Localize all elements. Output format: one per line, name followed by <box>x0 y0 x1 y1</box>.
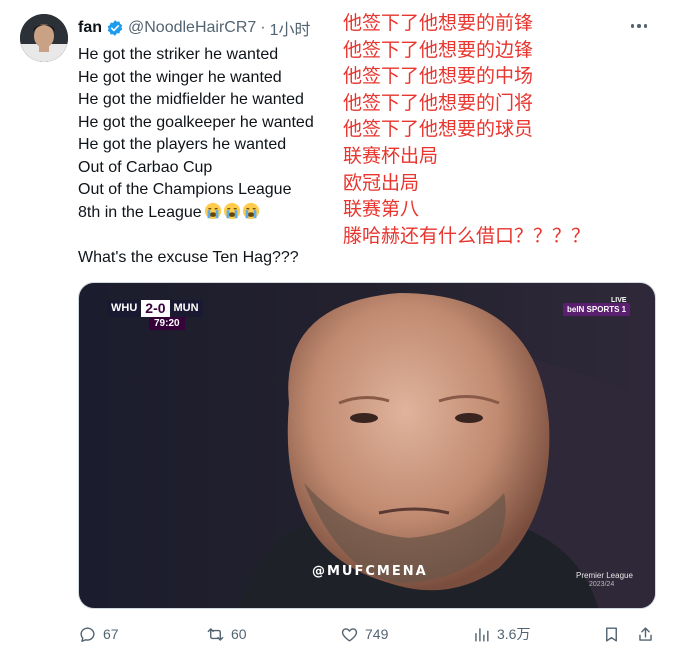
share-button[interactable] <box>636 622 655 646</box>
tweet-media-image[interactable]: WHU 2-0 MUN 79:20 LIVE beIN SPORTS 1 @MU… <box>78 282 656 609</box>
translation-line: 他签下了他想要的前锋 <box>343 12 534 34</box>
like-button[interactable]: 749 <box>340 622 388 646</box>
translation-line: 他签下了他想要的中场 <box>343 65 534 88</box>
tweet-line: Out of Carbao Cup <box>78 158 213 176</box>
translation-line: 他签下了他想要的边锋 <box>343 38 534 61</box>
tweet-actions: 67 60 749 3.6万 <box>78 622 658 646</box>
heart-icon <box>341 627 358 642</box>
tweet-line: He got the players he wanted <box>78 136 287 153</box>
translation-line: 欧冠出局 <box>343 171 420 194</box>
more-options-icon[interactable] <box>624 14 654 38</box>
scoreboard: WHU 2-0 MUN <box>107 300 203 317</box>
views-count: 3.6万 <box>497 626 531 642</box>
translation-line: 他签下了他想要的球员 <box>343 118 534 141</box>
chinese-translation-overlay: 他签下了他想要的前锋 他签下了他想要的边锋 他签下了他想要的中场 他签下了他想要… <box>343 10 590 249</box>
author-handle[interactable]: @NoodleHairCR7 <box>128 19 256 37</box>
author-name[interactable]: fan <box>78 19 102 37</box>
tweet-line: He got the midfielder he wanted <box>78 91 304 108</box>
crying-face-emoji-icon <box>204 202 261 225</box>
timestamp[interactable]: 1小时 <box>270 16 311 40</box>
away-team: MUN <box>169 300 203 317</box>
match-score: 2-0 <box>141 300 170 317</box>
reply-icon <box>80 626 95 642</box>
image-watermark: @MUFCMENA <box>312 564 428 579</box>
bookmark-icon <box>606 626 617 642</box>
tweet-line-with-emoji: 8th in the League <box>78 202 314 225</box>
repost-button[interactable]: 60 <box>206 622 247 646</box>
tweet-header: fan @NoodleHairCR7 · 1小时 <box>78 17 311 39</box>
translation-line: 联赛杯出局 <box>343 144 439 167</box>
views-button[interactable]: 3.6万 <box>472 622 530 646</box>
reply-button[interactable]: 67 <box>78 622 119 646</box>
tweet-line: Out of the Champions League <box>78 181 292 198</box>
verified-badge-icon <box>106 19 124 37</box>
tweet-question: What's the excuse Ten Hag??? <box>78 248 299 266</box>
tweet-text: He got the striker he wanted He got the … <box>78 44 314 269</box>
season-label: 2023/24 <box>589 581 615 588</box>
tweet: fan @NoodleHairCR7 · 1小时 He got the stri… <box>0 0 674 656</box>
avatar-image <box>20 14 68 62</box>
coach-photo <box>79 283 655 608</box>
repost-count: 60 <box>231 626 247 642</box>
tweet-line: He got the goalkeeper he wanted <box>78 113 314 131</box>
bookmark-button[interactable] <box>602 622 621 646</box>
tweet-line: He got the winger he wanted <box>78 68 282 86</box>
home-team: WHU <box>107 300 142 317</box>
broadcaster-logo: beIN SPORTS 1 <box>563 303 631 316</box>
like-count: 749 <box>365 626 389 642</box>
translation-line: 滕哈赫还有什么借口？？？？ <box>343 224 591 247</box>
separator-dot: · <box>260 19 266 36</box>
views-chart-icon <box>475 627 489 642</box>
translation-line: 联赛第八 <box>343 198 420 221</box>
tweet-line: 8th in the League <box>78 203 202 221</box>
tweet-line: He got the striker he wanted <box>78 46 279 63</box>
repost-icon <box>207 627 224 641</box>
share-icon <box>639 626 652 641</box>
avatar[interactable] <box>20 14 68 62</box>
league-logo: Premier League <box>576 571 633 580</box>
reply-count: 67 <box>103 626 119 642</box>
match-clock: 79:20 <box>149 317 185 330</box>
translation-line: 他签下了他想要的门将 <box>343 91 534 114</box>
